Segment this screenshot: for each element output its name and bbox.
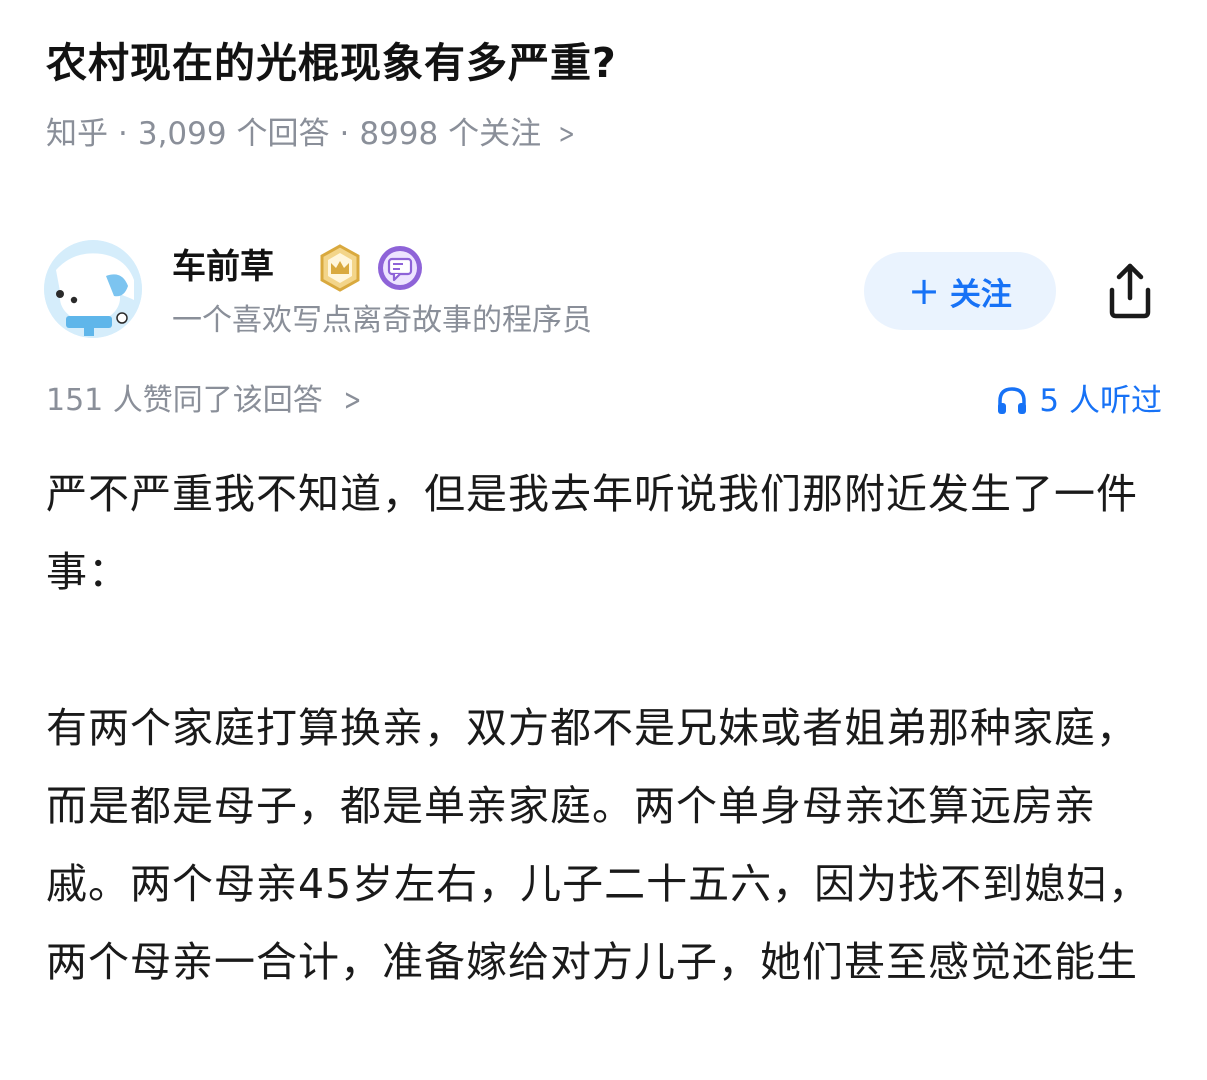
crown-badge-icon[interactable] <box>316 244 364 292</box>
listeners-count: 5 人听过 <box>1039 383 1162 419</box>
votes-count: 151 人赞同了该回答 <box>46 383 323 418</box>
question-title[interactable]: 农村现在的光棍现象有多严重? <box>46 34 1166 92</box>
followers-count: 8998 个关注 <box>359 116 542 152</box>
separator-dot: · <box>339 116 350 152</box>
avatar-dog-icon <box>44 240 142 338</box>
source-label: 知乎 <box>46 116 108 152</box>
votes-link[interactable]: 151 人赞同了该回答 > <box>46 378 365 424</box>
answer-paragraph: 严不严重我不知道，但是我去年听说我们那附近发生了一件事： <box>46 470 1138 596</box>
share-icon[interactable] <box>1102 260 1158 320</box>
separator-dot: · <box>118 116 128 152</box>
answer-content: 严不严重我不知道，但是我去年听说我们那附近发生了一件事： 有两个家庭打算换亲，双… <box>46 455 1166 1001</box>
author-name[interactable]: 车前草 <box>172 244 274 290</box>
question-meta[interactable]: 知乎 · 3,099 个回答 · 8998 个关注 > <box>46 112 579 156</box>
answer-paragraph: 有两个家庭打算换亲，双方都不是兄妹或者姐弟那种家庭，而是都是母子，都是单亲家庭。… <box>46 704 1151 986</box>
plus-icon: + <box>908 269 940 313</box>
headphones-icon <box>998 387 1027 414</box>
message-badge-icon[interactable] <box>376 244 424 292</box>
listen-button[interactable]: 5 人听过 <box>995 378 1162 424</box>
answers-count: 3,099 个回答 <box>137 116 330 152</box>
chevron-right-icon: > <box>344 383 362 418</box>
avatar[interactable] <box>44 240 142 338</box>
follow-button-label: 关注 <box>949 276 1012 313</box>
chevron-right-icon: > <box>558 117 576 150</box>
votes-row: 151 人赞同了该回答 > 5 人听过 <box>46 378 1162 426</box>
follow-button[interactable]: + 关注 <box>864 252 1056 330</box>
author-bio: 一个喜欢写点离奇故事的程序员 <box>172 303 592 338</box>
author-row: 车前草 一个喜欢写点离奇故事的程序员 + 关注 <box>44 240 1164 340</box>
